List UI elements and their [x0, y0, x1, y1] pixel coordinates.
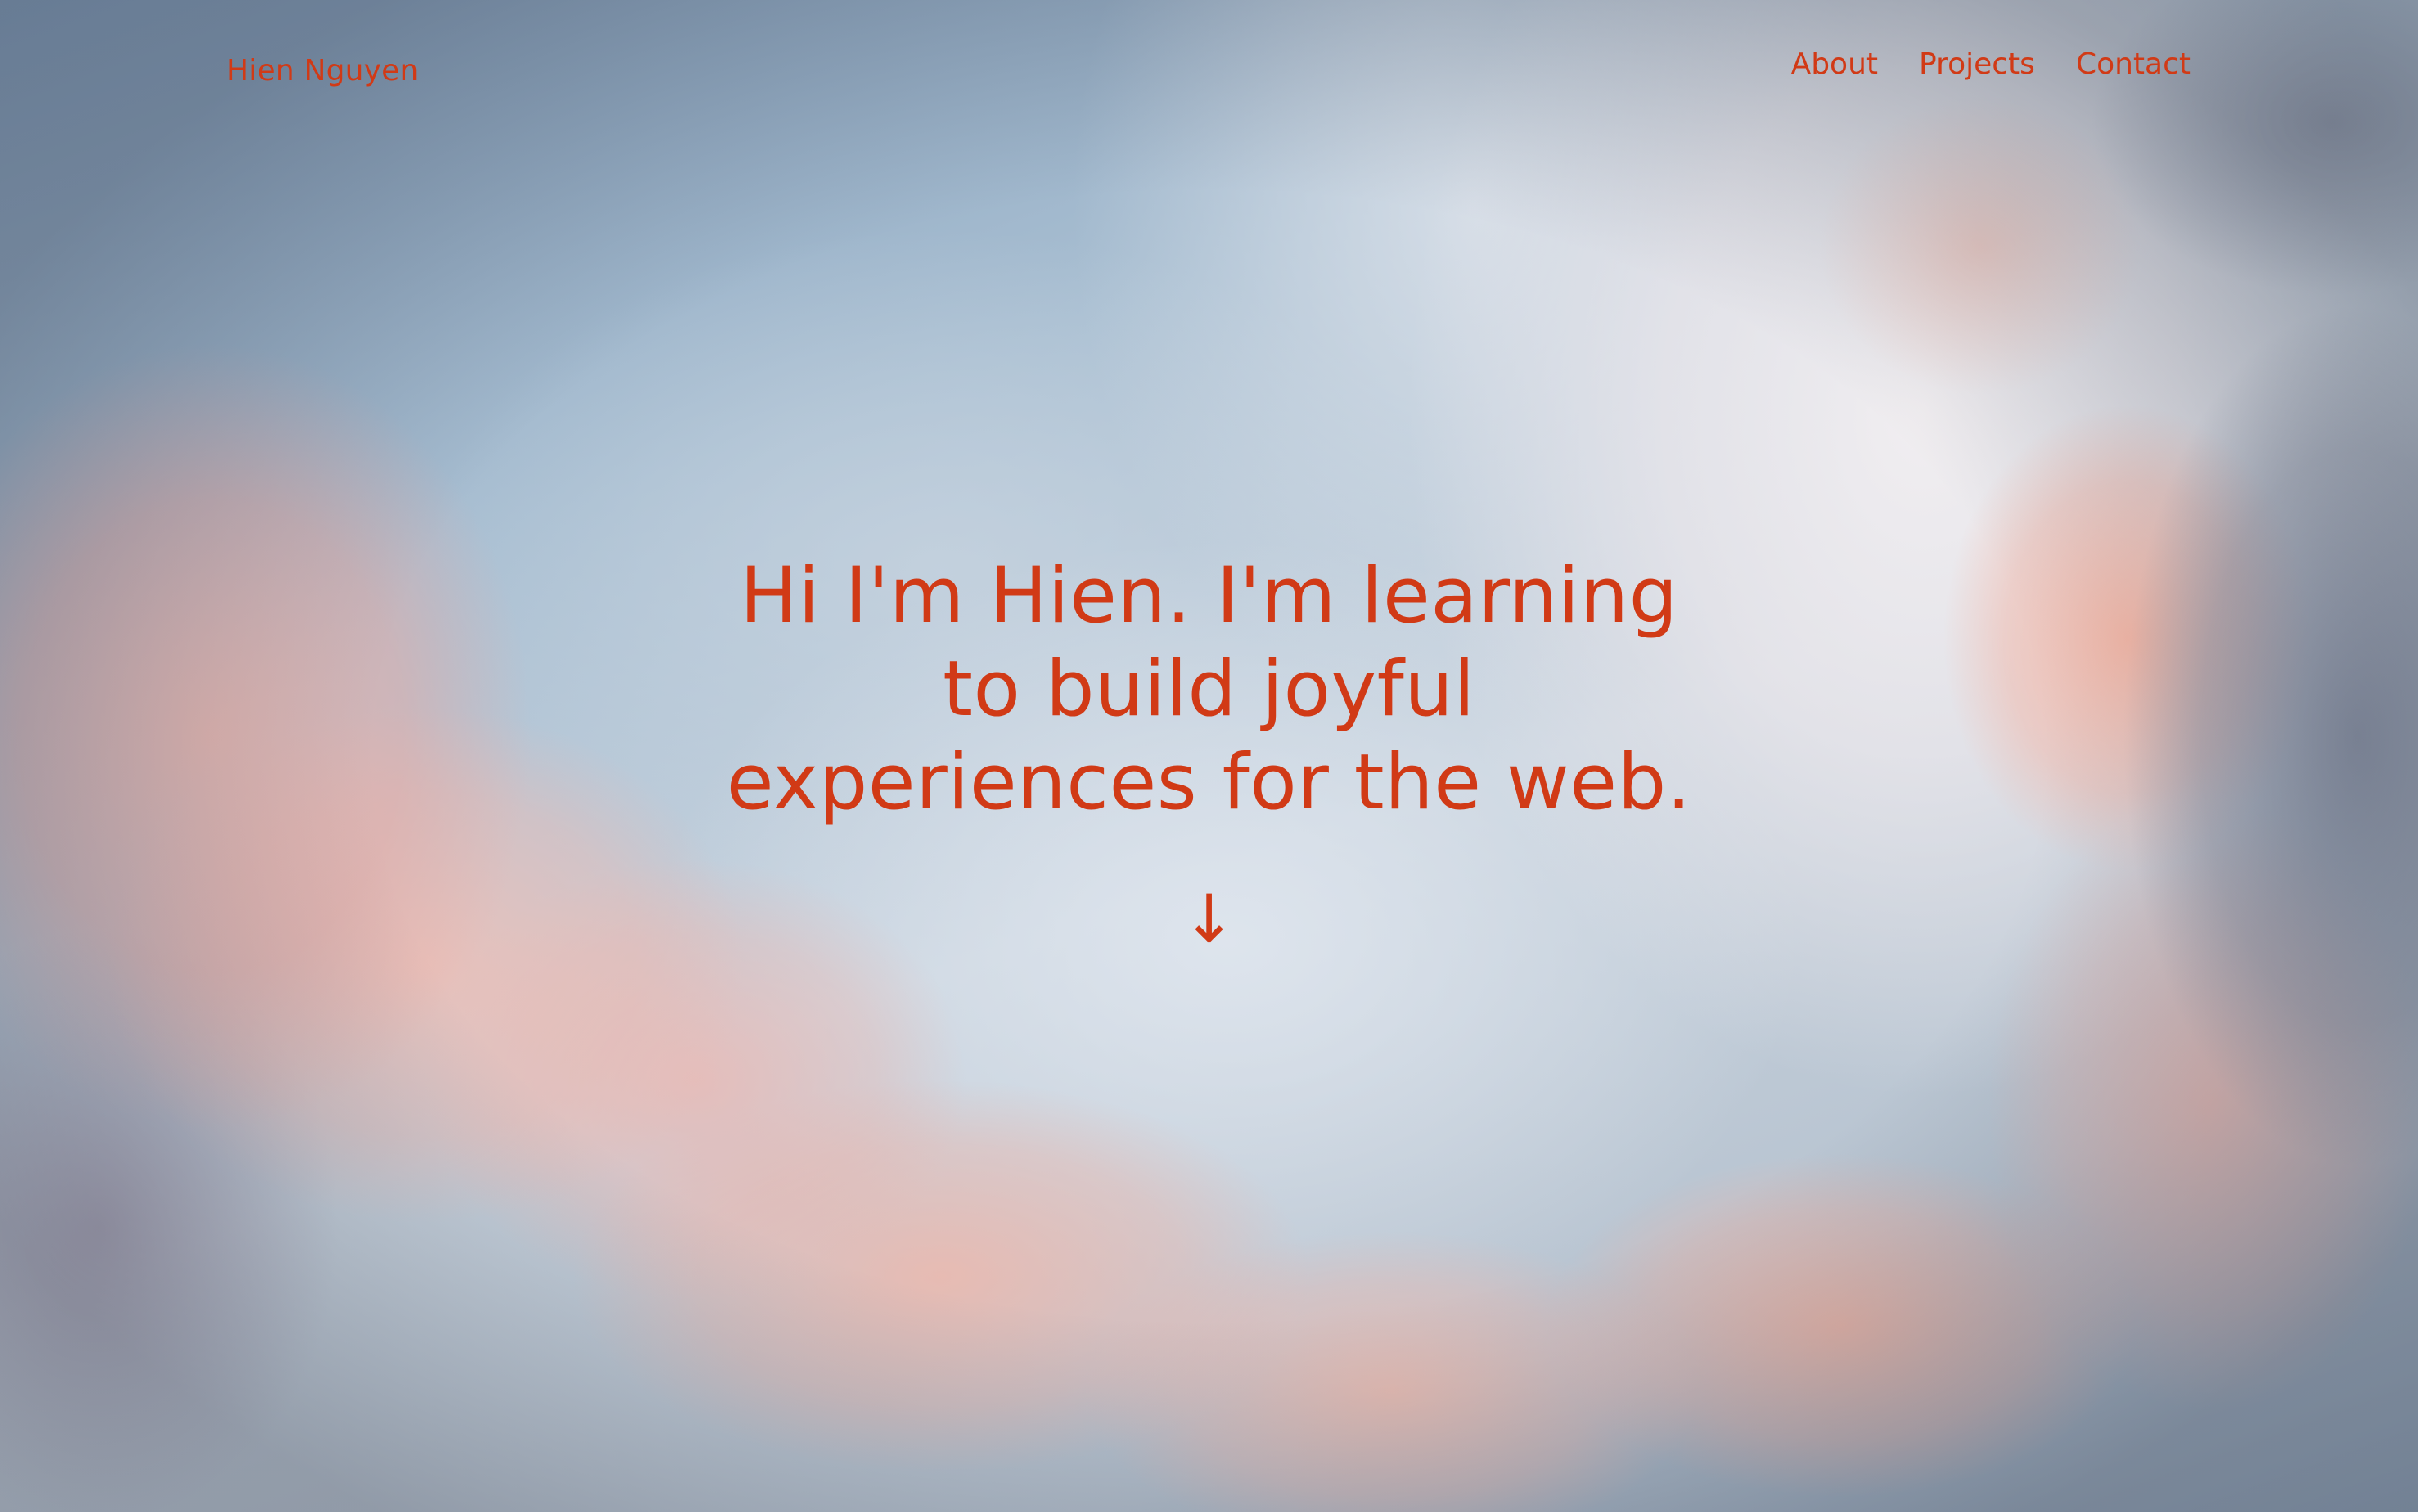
page: Hien Nguyen About Projects Contact Hi I'… [0, 0, 2418, 1512]
nav-about-link[interactable]: About [1791, 47, 1878, 81]
nav-projects-link[interactable]: Projects [1919, 47, 2035, 81]
site-name-link[interactable]: Hien Nguyen [227, 54, 419, 88]
nav-contact-link[interactable]: Contact [2076, 47, 2191, 81]
hero-heading: Hi I'm Hien. I'm learning to build joyfu… [726, 551, 1692, 827]
main-nav: About Projects Contact [1791, 47, 2191, 81]
arrow-down-icon[interactable]: ↓ [1182, 887, 1236, 952]
hero-section: Hi I'm Hien. I'm learning to build joyfu… [0, 550, 2418, 952]
